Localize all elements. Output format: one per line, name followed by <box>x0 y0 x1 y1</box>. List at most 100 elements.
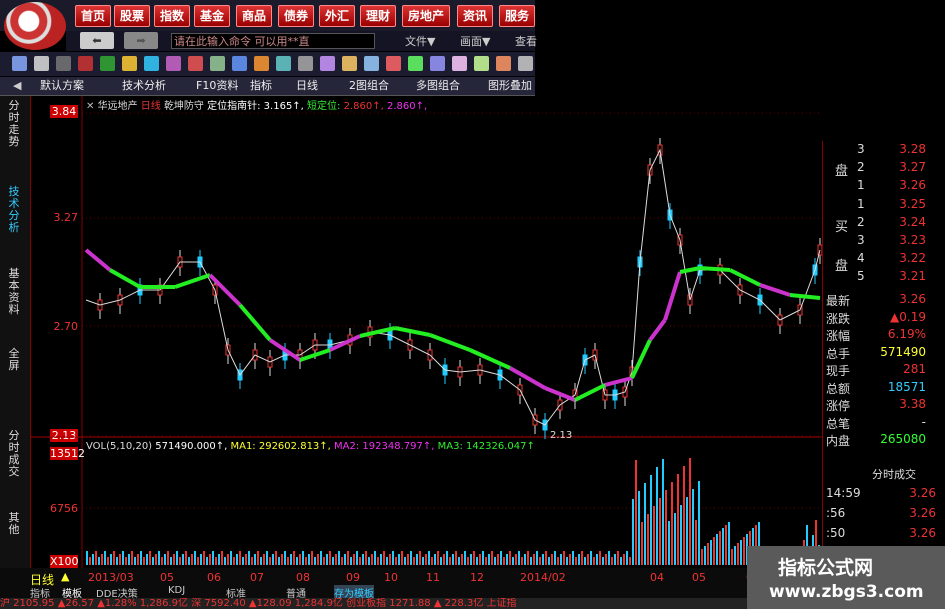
volume-bar <box>203 551 205 565</box>
volume-bar <box>476 557 478 565</box>
volume-bar <box>383 551 385 565</box>
volume-bar <box>551 554 553 565</box>
volume-bar <box>386 557 388 565</box>
volume-bar <box>545 551 547 565</box>
volume-bar <box>311 551 313 565</box>
volume-bar <box>515 554 517 565</box>
bottom-tab[interactable]: KDJ <box>168 585 185 596</box>
volume-bar <box>239 551 241 565</box>
volume-bar <box>410 551 412 565</box>
volume-bar <box>323 557 325 565</box>
volume-bar <box>650 475 652 565</box>
moving-average-segment <box>84 248 112 272</box>
low-price-marker: 2.13 <box>550 430 573 441</box>
tick-price: 3.26 <box>909 486 936 500</box>
buy-level: 3 <box>857 233 865 247</box>
volume-bar <box>560 554 562 565</box>
volume-bar <box>530 557 532 565</box>
volume-bar <box>245 554 247 565</box>
volume-bar <box>467 557 469 565</box>
volume-bar <box>428 551 430 565</box>
volume-bar <box>569 554 571 565</box>
volume-bar <box>308 554 310 565</box>
volume-bar <box>440 557 442 565</box>
volume-bar <box>161 557 163 565</box>
buy-price: 3.23 <box>899 233 926 247</box>
volume-bar <box>398 554 400 565</box>
volume-bar <box>614 554 616 565</box>
volume-bar <box>602 557 604 565</box>
volume-bar <box>416 554 418 565</box>
volume-bar <box>452 554 454 565</box>
date-axis-label: 04 <box>650 571 664 584</box>
kline-chart[interactable] <box>0 0 945 609</box>
volume-bar <box>278 557 280 565</box>
volume-bar <box>248 551 250 565</box>
volume-bar <box>284 551 286 565</box>
date-axis-label: 07 <box>250 571 264 584</box>
volume-bar <box>275 551 277 565</box>
date-axis-label: 09 <box>346 571 360 584</box>
sell-price: 3.27 <box>899 160 926 174</box>
volume-bar <box>362 554 364 565</box>
stat-label: 内盘 <box>826 434 851 448</box>
volume-bar <box>299 554 301 565</box>
volume-bar <box>263 554 265 565</box>
moving-average-segment <box>679 266 701 274</box>
volume-bar <box>350 557 352 565</box>
volume-bar <box>377 557 379 565</box>
moving-average-segment <box>574 383 606 402</box>
volume-bar <box>95 551 97 565</box>
volume-bar <box>599 551 601 565</box>
sell-price: 3.26 <box>899 178 926 192</box>
volume-bar <box>725 525 727 565</box>
volume-bar <box>689 458 691 565</box>
buy-level: 1 <box>857 197 865 211</box>
volume-bar <box>206 557 208 565</box>
volume-bar <box>470 554 472 565</box>
volume-bar <box>233 557 235 565</box>
volume-bar <box>596 554 598 565</box>
volume-bar <box>167 551 169 565</box>
stat-label: 总笔 <box>826 416 851 431</box>
buy-price: 3.25 <box>899 197 926 211</box>
sell-label: 盘 <box>835 164 849 179</box>
volume-bar <box>665 490 667 565</box>
volume-bar <box>338 551 340 565</box>
volume-bar <box>152 557 154 565</box>
volume-bar <box>329 551 331 565</box>
volume-bar <box>230 551 232 565</box>
volume-bar <box>185 551 187 565</box>
volume-bar <box>395 557 397 565</box>
volume-bar <box>734 546 736 565</box>
moving-average-segment <box>729 268 761 287</box>
moving-average-segment <box>238 303 272 342</box>
buy-level: 5 <box>857 269 865 283</box>
volume-bar <box>113 551 115 565</box>
volume-bar <box>260 557 262 565</box>
volume-bar <box>563 551 565 565</box>
volume-bar <box>209 554 211 565</box>
volume-bar <box>497 554 499 565</box>
volume-bar <box>122 551 124 565</box>
stat-label: 涨跌 <box>826 311 851 326</box>
volume-bar <box>611 557 613 565</box>
volume-bar <box>107 557 109 565</box>
stat-label: 最新 <box>826 294 851 308</box>
volume-bar <box>707 543 709 565</box>
volume-bar <box>503 557 505 565</box>
volume-bar <box>413 557 415 565</box>
vol-axis-top: 13512 <box>50 447 85 460</box>
volume-bar <box>89 557 91 565</box>
buy-price: 3.21 <box>899 269 926 283</box>
volume-bar <box>512 557 514 565</box>
volume-bar <box>449 557 451 565</box>
triangle-up-icon[interactable]: ▲ <box>61 570 69 583</box>
volume-bar <box>464 551 466 565</box>
volume-bar <box>236 554 238 565</box>
moving-average-segment <box>759 283 791 297</box>
volume-bar <box>437 551 439 565</box>
moving-average-segment <box>469 348 511 370</box>
volume-bar <box>149 551 151 565</box>
volume-bar <box>119 554 121 565</box>
